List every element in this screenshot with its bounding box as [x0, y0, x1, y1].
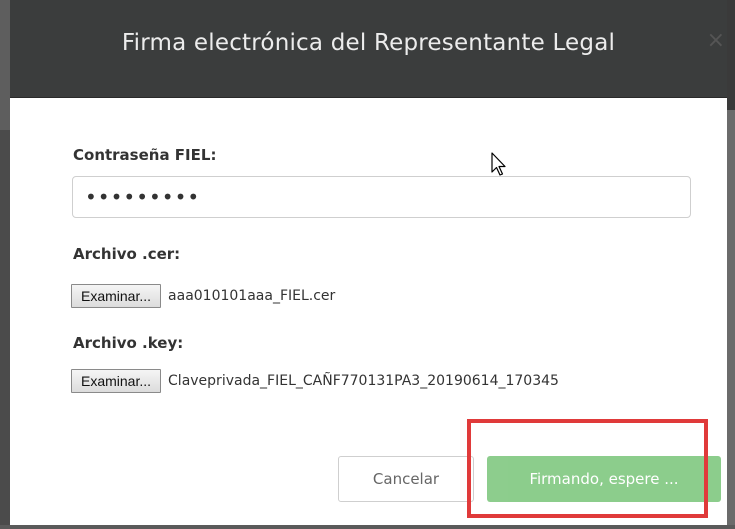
- cer-browse-button[interactable]: Examinar...: [71, 284, 162, 308]
- key-file-name: Claveprivada_FIEL_CAÑF770131PA3_20190614…: [168, 373, 559, 389]
- key-browse-button[interactable]: Examinar...: [71, 369, 162, 393]
- cer-file-input: Examinar... aaa010101aaa_FIEL.cer: [71, 284, 335, 308]
- cer-file-label: Archivo .cer:: [73, 245, 181, 263]
- highlight-annotation: [467, 419, 708, 518]
- cancel-button[interactable]: Cancelar: [338, 456, 474, 502]
- background-panel: [0, 130, 10, 529]
- background-panel: [0, 525, 735, 529]
- dialog-header: Firma electrónica del Representante Lega…: [10, 0, 727, 98]
- dialog-title: Firma electrónica del Representante Lega…: [121, 30, 616, 56]
- mouse-pointer-icon: [491, 152, 506, 176]
- key-file-input: Examinar... Claveprivada_FIEL_CAÑF770131…: [71, 369, 559, 393]
- background-panel: [727, 0, 735, 110]
- password-label: Contraseña FIEL:: [73, 146, 217, 164]
- close-icon[interactable]: ×: [707, 28, 725, 53]
- background-panel: [727, 110, 735, 529]
- key-file-label: Archivo .key:: [73, 334, 184, 352]
- password-field[interactable]: •••••••••: [72, 176, 691, 218]
- cer-file-name: aaa010101aaa_FIEL.cer: [168, 288, 336, 304]
- background-panel: [0, 0, 10, 130]
